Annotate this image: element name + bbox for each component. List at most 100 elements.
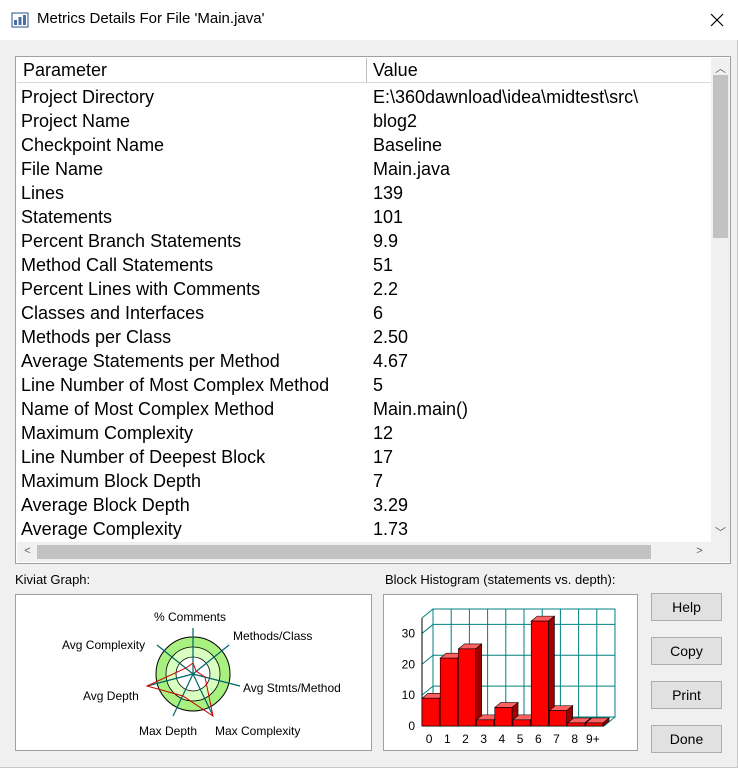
table-row[interactable]: Checkpoint Name Baseline [17,133,711,157]
bar-side [475,643,482,727]
row-parameter: Methods per Class [21,327,172,347]
table-row[interactable]: Lines 139 [17,181,711,205]
row-value: 5 [373,375,384,395]
table-row[interactable]: Classes and Interfaces 6 [17,301,711,325]
bar [458,648,476,727]
column-header-value[interactable]: Value [367,58,711,82]
x-tick-label: 5 [517,732,524,746]
table-row[interactable]: Statements 101 [17,205,711,229]
print-button[interactable]: Print [651,681,722,709]
table-header: Parameter Value [17,58,711,83]
row-value: 4.67 [373,351,409,371]
table-row[interactable]: Line Number of Most Complex Method 5 [17,373,711,397]
x-tick-label: 2 [462,732,469,746]
column-header-parameter[interactable]: Parameter [17,58,367,82]
x-tick-label: 1 [444,732,451,746]
gridline-top [421,608,434,619]
bar [512,719,531,727]
bar [530,620,549,727]
row-value: 101 [373,207,404,227]
bar [585,722,604,727]
axis-label-avg-complexity: Avg Complexity [62,638,145,652]
scroll-left-icon[interactable]: < [19,545,36,557]
block-histogram-chart: 01020300 1 2 3 4 5 6 7 8 9+ [402,608,616,746]
table-row[interactable]: Project Name blog2 [17,109,711,133]
row-parameter: Line Number of Deepest Block [21,447,266,467]
vertical-scroll-thumb[interactable] [713,75,728,238]
kiviat-graph: % Comments Methods/Class Avg Stmts/Metho… [62,610,341,738]
table-row[interactable]: Method Call Statements 51 [17,253,711,277]
metrics-table[interactable]: Parameter Value Project Directory E:\360d… [15,56,731,564]
row-value: 9.9 [373,231,399,251]
horizontal-scroll-thumb[interactable] [37,545,651,559]
row-value: 51 [373,255,394,275]
scroll-right-icon[interactable]: > [691,545,708,557]
row-parameter: File Name [21,159,104,179]
row-parameter: Name of Most Complex Method [21,399,275,419]
y-tick-label: 10 [402,688,416,702]
kiviat-graph-panel: % Comments Methods/Class Avg Stmts/Metho… [15,594,372,751]
row-value: 2.2 [373,279,399,299]
x-tick-label: 7 [553,732,560,746]
horizontal-scrollbar[interactable]: < > [17,542,711,562]
row-parameter: Checkpoint Name [21,135,165,155]
row-value: Main.java [373,159,451,179]
row-parameter: Lines [21,183,65,203]
table-row[interactable]: Percent Branch Statements 9.9 [17,229,711,253]
row-parameter: Line Number of Most Complex Method [21,375,330,395]
row-value: Baseline [373,135,443,155]
row-parameter: Method Call Statements [21,255,214,275]
table-row[interactable]: Name of Most Complex Method Main.main() [17,397,711,421]
row-value: Main.main() [373,399,469,419]
x-tick-label: 4 [499,732,506,746]
table-row[interactable]: Project Directory E:\360dawnload\idea\mid… [17,85,711,109]
table-row[interactable]: File Name Main.java [17,157,711,181]
gridline-diagonal [421,654,434,665]
table-row[interactable]: Average Statements per Method 4.67 [17,349,711,373]
vertical-scrollbar[interactable]: ︿ ﹀ [711,58,730,542]
row-value: E:\360dawnload\idea\midtest\src\ [373,87,639,107]
kiviat-graph-label: Kiviat Graph: [15,572,91,587]
row-value: 1.73 [373,519,409,539]
title-bar: Metrics Details For File 'Main.java' [0,0,738,40]
copy-button[interactable]: Copy [651,637,722,665]
axis-label-comments: % Comments [154,610,226,624]
y-tick-label: 30 [402,626,416,640]
row-value: 3.29 [373,495,409,515]
row-parameter: Classes and Interfaces [21,303,205,323]
row-parameter: Percent Lines with Comments [21,279,261,299]
row-parameter: Statements [21,207,113,227]
help-button[interactable]: Help [651,593,722,621]
window-title: Metrics Details For File 'Main.java' [37,10,265,27]
scroll-up-icon[interactable]: ︿ [712,60,729,76]
row-parameter: Maximum Block Depth [21,471,202,491]
table-row[interactable]: Average Complexity 1.73 [17,517,711,541]
table-row[interactable]: Line Number of Deepest Block 17 [17,445,711,469]
table-row[interactable]: Methods per Class 2.50 [17,325,711,349]
row-parameter: Average Block Depth [21,495,190,515]
close-button[interactable] [696,0,738,40]
row-value: blog2 [373,111,418,131]
table-row[interactable]: Maximum Block Depth 7 [17,469,711,493]
row-parameter: Maximum Complexity [21,423,194,443]
table-row[interactable]: Maximum Complexity 12 [17,421,711,445]
table-row[interactable]: Percent Lines with Comments 2.2 [17,277,711,301]
bar [549,710,567,727]
row-parameter: Average Statements per Method [21,351,280,371]
scroll-corner [711,542,730,562]
scroll-down-icon[interactable]: ﹀ [712,524,729,540]
table-row[interactable]: Average Block Depth 3.29 [17,493,711,517]
y-tick-label: 20 [402,657,416,671]
bar [567,722,586,727]
axis-label-avg-depth: Avg Depth [83,689,139,703]
done-button[interactable]: Done [651,725,722,753]
x-tick-label: 0 [426,732,433,746]
row-value: 6 [373,303,384,323]
row-parameter: Project Directory [21,87,155,107]
row-parameter: Percent Branch Statements [21,231,242,251]
bar [439,657,458,727]
x-tick-label: 8 [571,732,578,746]
row-value: 7 [373,471,384,491]
histogram-label: Block Histogram (statements vs. depth): [385,572,616,587]
row-value: 17 [373,447,394,467]
